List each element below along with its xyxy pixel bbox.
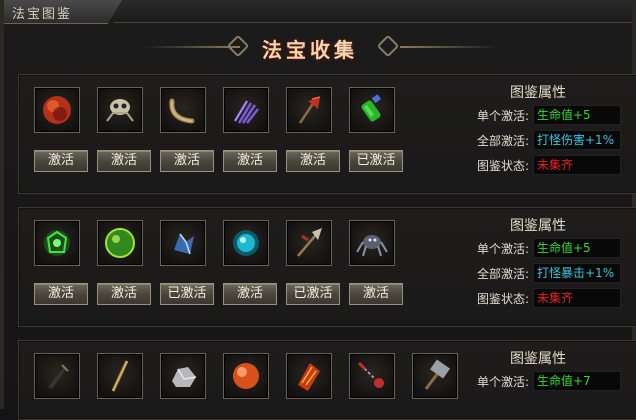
activate-button[interactable]: 激活 — [349, 283, 403, 305]
treasure-slot[interactable] — [97, 353, 143, 399]
treasure-slot[interactable] — [223, 87, 269, 133]
activate-button[interactable]: 激活 — [223, 150, 277, 172]
activate-button[interactable]: 激活 — [34, 283, 88, 305]
curved-horn-icon — [169, 98, 195, 124]
treasure-slot[interactable] — [34, 220, 80, 266]
dark-dagger-icon — [48, 364, 69, 389]
blue-crystal-icon — [174, 233, 194, 255]
activate-button[interactable]: 激活 — [34, 150, 88, 172]
treasure-slot[interactable] — [160, 220, 206, 266]
red-axe-icon — [298, 96, 321, 124]
header-deco-right — [400, 46, 500, 48]
all-activation-label: 全部激活: — [477, 267, 530, 281]
green-potion-icon — [361, 94, 381, 122]
green-rune-icon — [44, 230, 70, 256]
treasure-slot[interactable] — [349, 87, 395, 133]
page-title: 法宝收集 — [262, 38, 358, 62]
treasure-slot[interactable] — [34, 353, 80, 399]
all-activation-label: 全部激活: — [477, 134, 530, 148]
collection-status-label: 图鉴状态: — [477, 292, 530, 306]
treasure-slot[interactable] — [286, 220, 332, 266]
treasure-slot[interactable] — [349, 353, 395, 399]
single-activation-value: 生命值+7 — [533, 371, 621, 391]
treasure-slot[interactable] — [412, 353, 458, 399]
red-orb-icon — [43, 96, 71, 124]
green-orb-icon — [105, 228, 135, 258]
activate-button[interactable]: 激活 — [97, 150, 151, 172]
purple-claw-icon — [233, 100, 259, 124]
treasure-slot[interactable] — [160, 87, 206, 133]
cyan-orb-icon — [233, 230, 259, 256]
collection-status-label: 图鉴状态: — [477, 159, 530, 173]
attributes-title: 图鉴属性 — [510, 351, 566, 367]
treasure-slot[interactable] — [286, 353, 332, 399]
collection-status-value: 未集齐 — [533, 155, 621, 175]
silver-ore-icon — [172, 367, 197, 387]
attributes-title: 图鉴属性 — [510, 218, 566, 234]
treasure-slot[interactable] — [34, 87, 80, 133]
treasure-slot[interactable] — [97, 220, 143, 266]
treasure-slot[interactable] — [223, 220, 269, 266]
all-activation-value: 打怪伤害+1% — [533, 130, 621, 150]
treasure-slot[interactable] — [160, 353, 206, 399]
single-activation-label: 单个激活: — [477, 242, 530, 256]
fire-scale-icon — [298, 363, 320, 391]
all-activation-value: 打怪暴击+1% — [533, 263, 621, 283]
collection-status-value: 未集齐 — [533, 288, 621, 308]
wooden-staff-icon — [111, 360, 129, 392]
treasure-slot[interactable] — [97, 87, 143, 133]
orange-orb-icon — [233, 363, 259, 389]
activated-button[interactable]: 已激活 — [286, 283, 340, 305]
header-knot-left — [226, 34, 250, 58]
hammer-icon — [424, 359, 450, 390]
treasure-slot[interactable] — [223, 353, 269, 399]
header-knot-right — [376, 34, 400, 58]
attributes-title: 图鉴属性 — [510, 85, 566, 101]
single-activation-label: 单个激活: — [477, 375, 530, 389]
activate-button[interactable]: 激活 — [160, 150, 214, 172]
treasure-slot[interactable] — [286, 87, 332, 133]
chain-flail-icon — [357, 361, 384, 388]
treasure-slot[interactable] — [349, 220, 395, 266]
spider-claw-icon — [356, 235, 388, 257]
activate-button[interactable]: 激活 — [223, 283, 277, 305]
single-activation-value: 生命值+5 — [533, 238, 621, 258]
activated-button[interactable]: 已激活 — [349, 150, 403, 172]
top-strip — [114, 0, 632, 23]
activate-button[interactable]: 激活 — [97, 283, 151, 305]
header-deco-left — [144, 46, 240, 48]
single-activation-value: 生命值+5 — [533, 105, 621, 125]
single-activation-label: 单个激活: — [477, 109, 530, 123]
activated-button[interactable]: 已激活 — [160, 283, 214, 305]
activate-button[interactable]: 激活 — [286, 150, 340, 172]
halberd-icon — [297, 228, 322, 257]
window-tab[interactable]: 法宝图鉴 — [4, 0, 122, 24]
skull-beast-icon — [106, 99, 134, 122]
window-tab-title: 法宝图鉴 — [12, 7, 73, 22]
